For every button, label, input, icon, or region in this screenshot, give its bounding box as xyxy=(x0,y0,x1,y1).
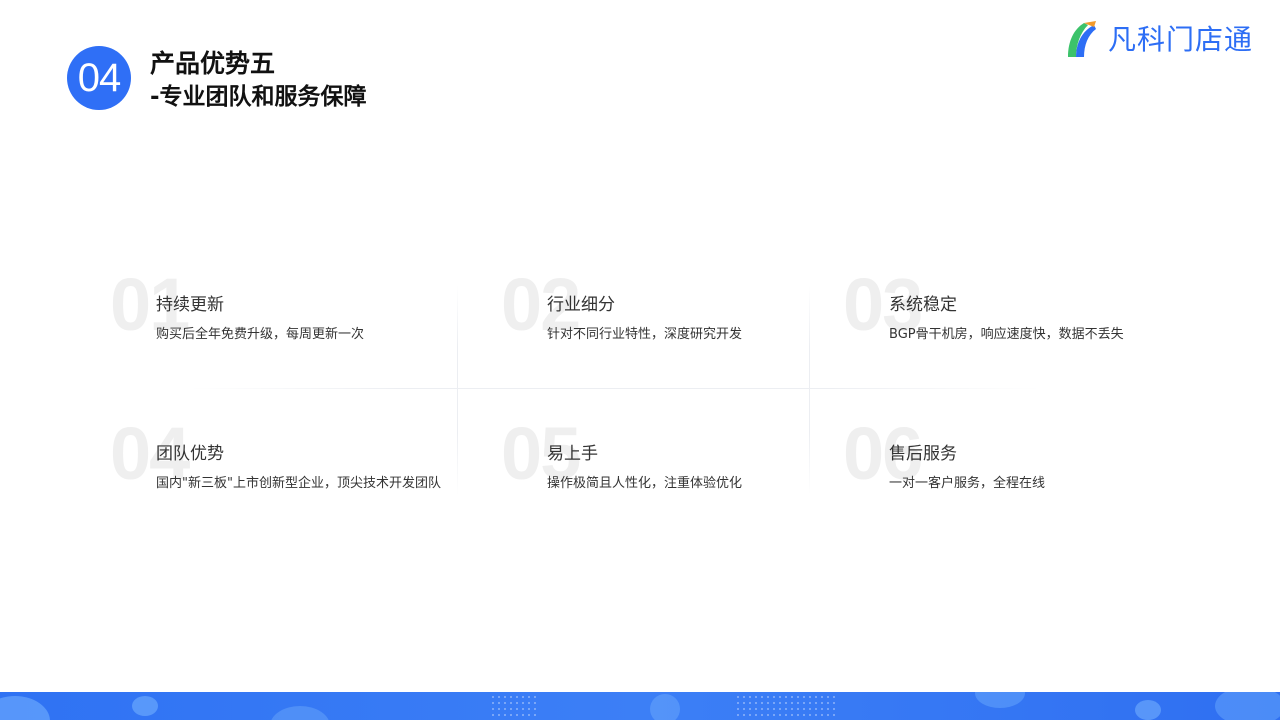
feature-title: 系统稳定 xyxy=(889,295,957,315)
footer-bubble xyxy=(650,694,680,720)
feature-title: 易上手 xyxy=(547,444,598,464)
feature-description: 一对一客户服务，全程在线 xyxy=(889,476,1046,491)
page-subtitle: -专业团队和服务保障 xyxy=(150,84,367,110)
footer-dot-pattern xyxy=(490,694,540,718)
footer-bubble xyxy=(270,706,330,720)
footer-bubble xyxy=(1135,700,1161,720)
feature-title: 持续更新 xyxy=(156,295,224,315)
brand-logo: 凡科门店通 xyxy=(1062,16,1253,60)
feature-description: 针对不同行业特性，深度研究开发 xyxy=(547,327,743,342)
footer-dot-pattern xyxy=(735,694,835,718)
feature-description: 操作极简且人性化，注重体验优化 xyxy=(547,476,743,491)
brand-name: 凡科门店通 xyxy=(1108,23,1254,56)
page-title: 产品优势五 xyxy=(150,49,276,78)
feature-description: 购买后全年免费升级，每周更新一次 xyxy=(156,327,365,342)
footer-bubble xyxy=(0,696,50,720)
footer-band xyxy=(0,692,1280,720)
footer-bubble xyxy=(975,692,1025,708)
brand-logo-icon xyxy=(1068,21,1096,57)
feature-title: 售后服务 xyxy=(889,444,957,464)
feature-title: 行业细分 xyxy=(547,295,615,315)
grid-divider-horizontal xyxy=(190,388,1040,389)
feature-description: 国内"新三板"上市创新型企业，顶尖技术开发团队 xyxy=(156,476,441,491)
footer-bubble xyxy=(1215,692,1280,720)
feature-title: 团队优势 xyxy=(156,444,224,464)
section-number: 04 xyxy=(77,55,121,100)
section-number-badge: 04 xyxy=(67,46,131,110)
grid-divider-vertical-2 xyxy=(809,285,810,495)
feature-description: BGP骨干机房，响应速度快，数据不丢失 xyxy=(889,327,1124,342)
footer-bubble xyxy=(132,696,158,716)
grid-divider-vertical-1 xyxy=(457,285,458,495)
